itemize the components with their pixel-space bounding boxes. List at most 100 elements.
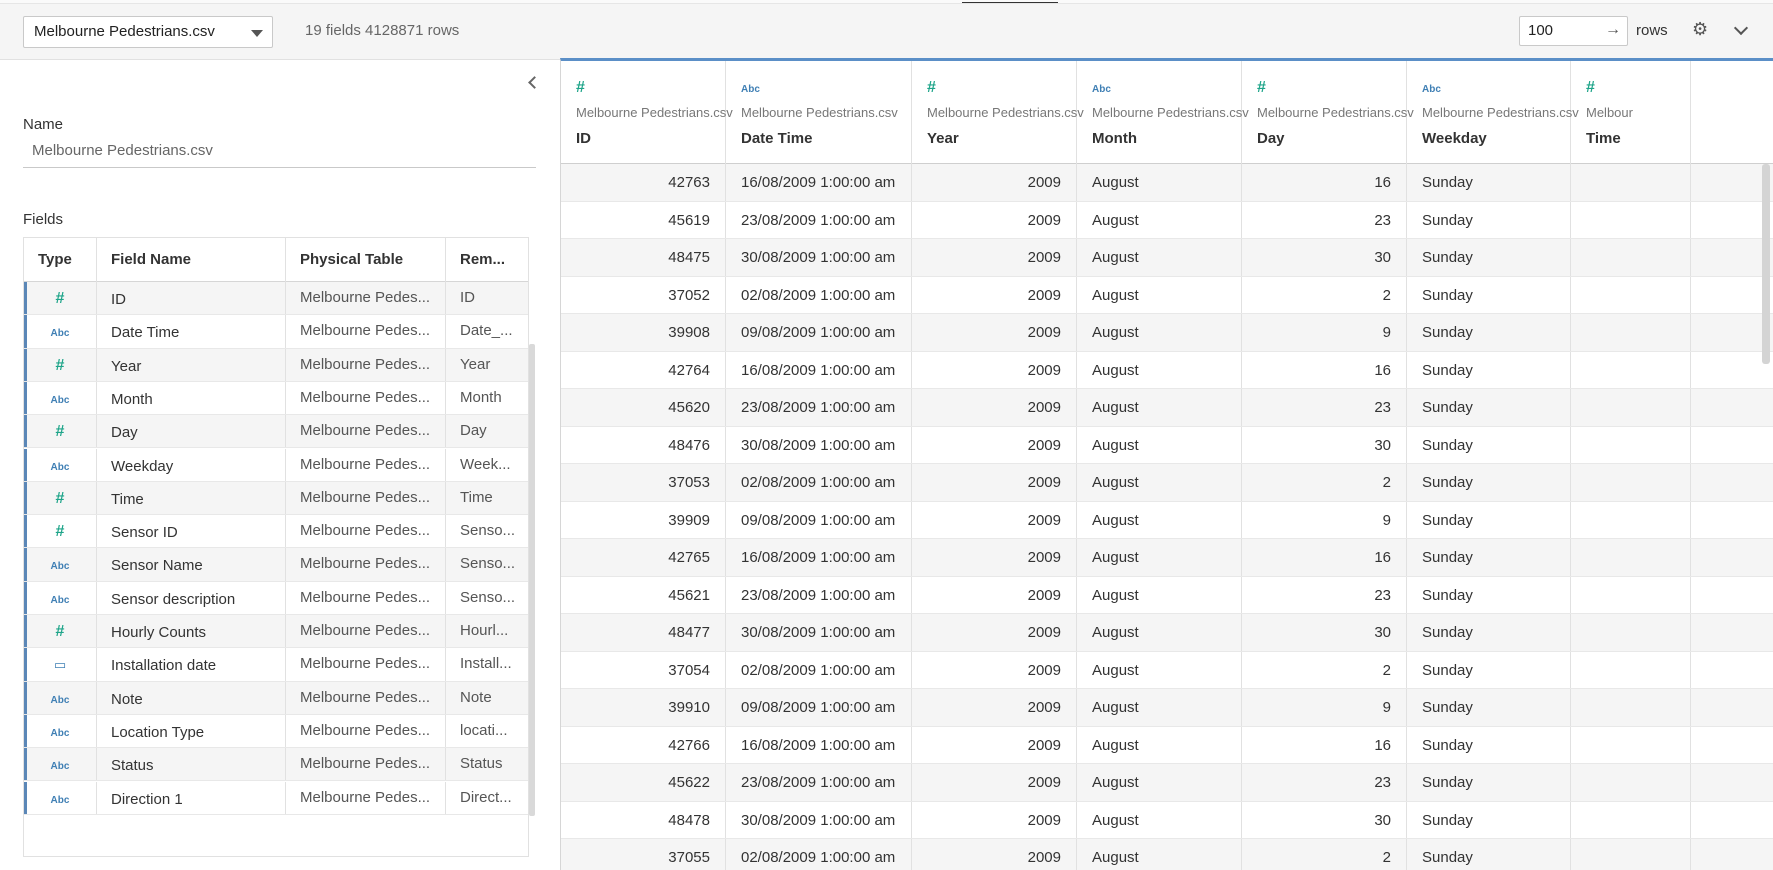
column-type[interactable]: Abc bbox=[1092, 79, 1111, 97]
field-row[interactable]: Abc Month Melbourne Pedes... Month bbox=[24, 381, 528, 416]
header-physical-table[interactable]: Physical Table bbox=[286, 238, 446, 282]
table-cell: 48475 bbox=[561, 239, 726, 276]
field-row[interactable]: ▭ Installation date Melbourne Pedes... Inst… bbox=[24, 648, 528, 682]
column-header-time[interactable]: # Melbour Time bbox=[1571, 61, 1691, 164]
column-header-weekday[interactable]: Abc Melbourne Pedestrians.csv Weekday bbox=[1407, 61, 1579, 164]
field-name-cell[interactable]: Status bbox=[97, 748, 286, 781]
column-type[interactable]: Abc bbox=[1422, 79, 1441, 97]
field-row[interactable]: # Sensor ID Melbourne Pedes... Senso... bbox=[24, 515, 528, 549]
field-remote-cell: Note bbox=[460, 688, 492, 706]
field-type-cell[interactable]: Abc bbox=[24, 581, 97, 614]
field-name-cell[interactable]: Installation date bbox=[97, 648, 286, 681]
column-type[interactable]: # bbox=[1257, 79, 1266, 97]
field-type-cell[interactable]: # bbox=[24, 348, 97, 381]
field-table-cell: Melbourne Pedes... bbox=[286, 315, 446, 348]
field-row[interactable]: # ID Melbourne Pedes... ID bbox=[24, 282, 528, 316]
table-cell: 2009 bbox=[912, 576, 1077, 613]
table-cell: 2 bbox=[1242, 276, 1407, 313]
field-name-cell[interactable]: Weekday bbox=[97, 448, 286, 481]
collapse-panel-icon[interactable] bbox=[528, 76, 541, 89]
column-type[interactable]: Abc bbox=[741, 79, 760, 97]
field-remote-cell: Day bbox=[460, 422, 487, 440]
header-remote[interactable]: Rem... bbox=[446, 238, 528, 282]
field-type-cell[interactable]: Abc bbox=[24, 748, 97, 781]
table-cell: 16/08/2009 1:00:00 am bbox=[726, 164, 912, 201]
table-cell: 23 bbox=[1242, 576, 1407, 613]
datasource-select[interactable]: Melbourne Pedestrians.csv bbox=[23, 16, 273, 48]
field-row[interactable]: # Time Melbourne Pedes... Time bbox=[24, 481, 528, 516]
table-cell: 09/08/2009 1:00:00 am bbox=[726, 314, 912, 351]
field-name-cell[interactable]: Time bbox=[97, 481, 286, 515]
table-cell: 2009 bbox=[912, 164, 1077, 201]
field-type-cell[interactable]: Abc bbox=[24, 681, 97, 714]
table-cell bbox=[1571, 389, 1691, 426]
column-source: Melbour bbox=[1586, 105, 1633, 120]
field-name-cell[interactable]: Hourly Counts bbox=[97, 615, 286, 648]
field-name-cell[interactable]: Date Time bbox=[97, 315, 286, 348]
field-name-cell[interactable]: Day bbox=[97, 415, 286, 448]
field-name-cell[interactable]: Sensor ID bbox=[97, 515, 286, 548]
field-row[interactable]: Abc Location Type Melbourne Pedes... locati… bbox=[24, 714, 528, 749]
arrow-right-icon[interactable]: → bbox=[1605, 16, 1621, 44]
table-row: 45621 23/08/2009 1:00:00 am 2009 August 23 Su… bbox=[561, 576, 1773, 614]
column-name[interactable]: Month bbox=[1092, 130, 1137, 147]
field-type-cell[interactable]: ▭ bbox=[24, 648, 97, 681]
column-name[interactable]: Year bbox=[927, 130, 959, 147]
fields-scrollbar[interactable] bbox=[529, 344, 535, 816]
column-name[interactable]: ID bbox=[576, 130, 591, 147]
column-header-year[interactable]: # Melbourne Pedestrians.csv Year bbox=[912, 61, 1084, 164]
column-header-month[interactable]: Abc Melbourne Pedestrians.csv Month bbox=[1077, 61, 1249, 164]
field-type-cell[interactable]: # bbox=[24, 481, 97, 515]
field-name-cell[interactable]: Year bbox=[97, 348, 286, 381]
field-row[interactable]: # Hourly Counts Melbourne Pedes... Hourl... bbox=[24, 615, 528, 649]
field-row[interactable]: Abc Date Time Melbourne Pedes... Date_... bbox=[24, 315, 528, 349]
column-type[interactable]: # bbox=[576, 79, 585, 97]
field-type-cell[interactable]: # bbox=[24, 515, 97, 548]
field-type-cell[interactable]: Abc bbox=[24, 448, 97, 481]
name-field[interactable]: Melbourne Pedestrians.csv bbox=[23, 140, 536, 168]
field-type-cell[interactable]: Abc bbox=[24, 548, 97, 581]
field-row[interactable]: Abc Direction 1 Melbourne Pedes... Direct..… bbox=[24, 781, 528, 815]
column-name[interactable]: Date Time bbox=[741, 130, 812, 147]
gear-icon[interactable]: ⚙ bbox=[1692, 20, 1708, 38]
field-row[interactable]: # Day Melbourne Pedes... Day bbox=[24, 415, 528, 449]
column-type[interactable]: # bbox=[927, 79, 936, 97]
field-row[interactable]: Abc Status Melbourne Pedes... Status bbox=[24, 748, 528, 782]
chevron-down-icon[interactable] bbox=[1733, 20, 1749, 36]
field-type-cell[interactable]: # bbox=[24, 415, 97, 448]
field-remote-cell: Senso... bbox=[460, 588, 516, 606]
field-name-cell[interactable]: Location Type bbox=[97, 714, 286, 748]
column-type[interactable]: # bbox=[1586, 79, 1595, 97]
column-name[interactable]: Weekday bbox=[1422, 130, 1487, 147]
field-name-cell[interactable]: Month bbox=[97, 381, 286, 415]
column-header-date-time[interactable]: Abc Melbourne Pedestrians.csv Date Time bbox=[726, 61, 912, 164]
table-cell: 16/08/2009 1:00:00 am bbox=[726, 351, 912, 388]
column-name[interactable]: Day bbox=[1257, 130, 1285, 147]
field-name-cell[interactable]: Note bbox=[97, 681, 286, 714]
field-type-cell[interactable]: Abc bbox=[24, 381, 97, 415]
field-name-cell[interactable]: ID bbox=[97, 282, 286, 315]
grid-scrollbar[interactable] bbox=[1762, 164, 1770, 364]
field-row[interactable]: Abc Sensor Name Melbourne Pedes... Senso... bbox=[24, 548, 528, 582]
field-type-cell[interactable]: # bbox=[24, 615, 97, 648]
field-type-cell[interactable]: # bbox=[24, 282, 97, 315]
field-name-cell[interactable]: Direction 1 bbox=[97, 781, 286, 814]
header-field-name[interactable]: Field Name bbox=[97, 238, 286, 282]
field-name-cell[interactable]: Sensor Name bbox=[97, 548, 286, 581]
datasource-select-label: Melbourne Pedestrians.csv bbox=[34, 23, 215, 40]
field-type-cell[interactable]: Abc bbox=[24, 315, 97, 348]
field-row[interactable]: Abc Sensor description Melbourne Pedes... S… bbox=[24, 581, 528, 615]
field-type-cell[interactable]: Abc bbox=[24, 781, 97, 814]
table-cell bbox=[1571, 464, 1691, 501]
header-type[interactable]: Type bbox=[24, 238, 97, 282]
field-type-cell[interactable]: Abc bbox=[24, 714, 97, 748]
column-name[interactable]: Time bbox=[1586, 130, 1621, 147]
table-cell: 37053 bbox=[561, 464, 726, 501]
field-name-cell[interactable]: Sensor description bbox=[97, 581, 286, 614]
column-header-day[interactable]: # Melbourne Pedestrians.csv Day bbox=[1242, 61, 1414, 164]
rows-count-input[interactable]: 100 → bbox=[1519, 16, 1628, 46]
field-row[interactable]: Abc Note Melbourne Pedes... Note bbox=[24, 681, 528, 715]
field-row[interactable]: Abc Weekday Melbourne Pedes... Week... bbox=[24, 448, 528, 482]
field-row[interactable]: # Year Melbourne Pedes... Year bbox=[24, 348, 528, 382]
column-header-id[interactable]: # Melbourne Pedestrians.csv ID bbox=[561, 61, 733, 164]
